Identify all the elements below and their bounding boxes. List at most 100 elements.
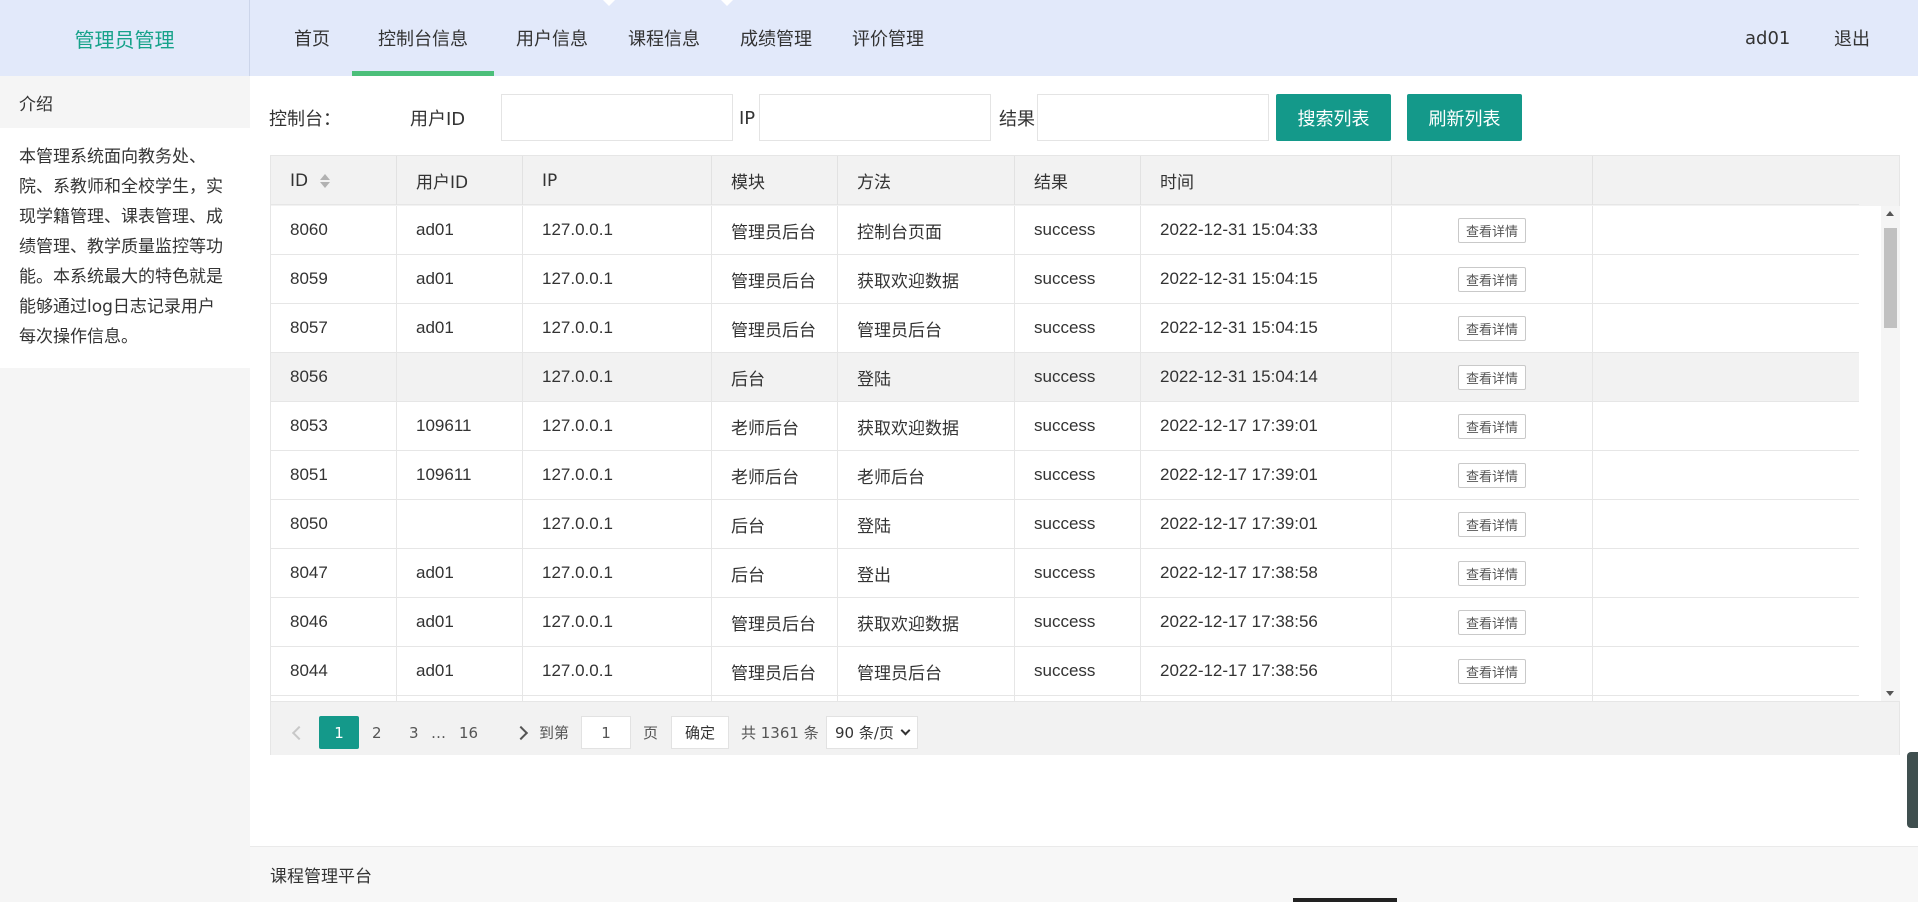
cell-user-id: ad01 xyxy=(397,647,523,695)
cell-id: 8060 xyxy=(271,206,397,254)
cell-result: success xyxy=(1015,500,1141,548)
view-detail-button[interactable]: 查看详情 xyxy=(1457,462,1526,488)
column-header-time: 时间 xyxy=(1141,156,1392,205)
column-header-id[interactable]: ID xyxy=(271,156,397,205)
cell-action: 查看详情 xyxy=(1392,647,1593,695)
column-header-ip: IP xyxy=(523,156,712,205)
goto-confirm-button[interactable]: 确定 xyxy=(671,716,730,749)
sidebar-intro-text: 本管理系统面向教务处、院、系教师和全校学生，实现学籍管理、课表管理、成绩管理、教… xyxy=(0,128,250,368)
console-label: 控制台： xyxy=(269,109,341,130)
sidebar: 介绍 本管理系统面向教务处、院、系教师和全校学生，实现学籍管理、课表管理、成绩管… xyxy=(0,76,250,902)
table-row: 8056 127.0.0.1 后台 登陆 success 2022-12-31 … xyxy=(271,353,1859,402)
view-detail-button[interactable]: 查看详情 xyxy=(1457,266,1526,292)
next-page-button[interactable] xyxy=(511,716,531,749)
footer: 课程管理平台 xyxy=(250,846,1918,902)
goto-page-input[interactable]: 1 xyxy=(581,716,631,749)
cell-time: 2022-12-31 15:04:14 xyxy=(1141,353,1392,401)
cell-method: 控制台页面 xyxy=(838,206,1015,254)
page-1-button[interactable]: 1 xyxy=(319,716,359,749)
column-header-result: 结果 xyxy=(1015,156,1141,205)
user-id-input[interactable] xyxy=(501,94,733,141)
scroll-down-arrow-icon[interactable] xyxy=(1886,691,1894,696)
page-2-button[interactable]: 2 xyxy=(372,716,382,749)
page-last-button[interactable]: 16 xyxy=(459,716,478,749)
cell-ip: 127.0.0.1 xyxy=(523,500,712,548)
table-scrollbar[interactable] xyxy=(1881,206,1900,701)
page-size-select[interactable]: 90 条/页 xyxy=(826,716,918,749)
cell-module: 管理员后台 xyxy=(712,206,838,254)
view-detail-button[interactable]: 查看详情 xyxy=(1457,560,1526,586)
column-header-label: ID xyxy=(290,170,309,191)
view-detail-button[interactable]: 查看详情 xyxy=(1457,217,1526,243)
main-nav: 首页 控制台信息 用户信息 课程信息 成绩管理 评价管理 xyxy=(276,0,946,76)
search-bar: 控制台： 用户ID IP 结果 搜索列表 刷新列表 xyxy=(269,94,1729,142)
table-row: 8046 ad01 127.0.0.1 管理员后台 获取欢迎数据 success… xyxy=(271,598,1859,647)
pagination: 1 2 3 … 16 到第 1 页 确定 共 1361 条 90 条/页 xyxy=(271,701,1899,755)
cell-ip: 127.0.0.1 xyxy=(523,402,712,450)
cell-result: success xyxy=(1015,451,1141,499)
nav-home[interactable]: 首页 xyxy=(276,0,348,76)
refresh-button[interactable]: 刷新列表 xyxy=(1407,94,1522,141)
cell-id: 8046 xyxy=(271,598,397,646)
nav-user-info[interactable]: 用户信息 xyxy=(498,0,606,76)
cell-ip: 127.0.0.1 xyxy=(523,206,712,254)
view-detail-button[interactable]: 查看详情 xyxy=(1457,658,1526,684)
table-row: 8047 ad01 127.0.0.1 后台 登出 success 2022-1… xyxy=(271,549,1859,598)
nav-console-info[interactable]: 控制台信息 xyxy=(352,0,494,76)
cell-ip: 127.0.0.1 xyxy=(523,304,712,352)
page-3-button[interactable]: 3 xyxy=(409,716,419,749)
app-brand[interactable]: 管理员管理 xyxy=(0,0,250,76)
cell-module: 后台 xyxy=(712,353,838,401)
bottom-strip xyxy=(1293,898,1397,902)
scrollbar-thumb[interactable] xyxy=(1884,228,1897,328)
side-widget-tab[interactable] xyxy=(1907,752,1918,828)
ip-input[interactable] xyxy=(759,94,991,141)
top-header: 管理员管理 首页 控制台信息 用户信息 课程信息 成绩管理 评价管理 ad01 … xyxy=(0,0,1918,76)
view-detail-button[interactable]: 查看详情 xyxy=(1457,609,1526,635)
table-row: 8050 127.0.0.1 后台 登陆 success 2022-12-17 … xyxy=(271,500,1859,549)
result-input[interactable] xyxy=(1037,94,1269,141)
cell-user-id xyxy=(397,500,523,548)
main-content: 控制台： 用户ID IP 结果 搜索列表 刷新列表 ID 用户ID IP 模块 … xyxy=(250,76,1918,902)
cell-time: 2022-12-17 17:38:56 xyxy=(1141,598,1392,646)
logout-link[interactable]: 退出 xyxy=(1834,0,1870,76)
nav-evaluation-management[interactable]: 评价管理 xyxy=(834,0,942,76)
cell-time: 2022-12-31 15:04:15 xyxy=(1141,304,1392,352)
page-unit-label: 页 xyxy=(643,724,659,742)
cell-module: 管理员后台 xyxy=(712,598,838,646)
cell-id: 8056 xyxy=(271,353,397,401)
total-count: 共 1361 条 xyxy=(741,724,819,742)
cell-result: success xyxy=(1015,402,1141,450)
cell-time: 2022-12-17 17:39:01 xyxy=(1141,402,1392,450)
cell-module: 老师后台 xyxy=(712,402,838,450)
current-user[interactable]: ad01 xyxy=(1745,0,1790,76)
view-detail-button[interactable]: 查看详情 xyxy=(1457,315,1526,341)
view-detail-button[interactable]: 查看详情 xyxy=(1457,413,1526,439)
column-header-user-id: 用户ID xyxy=(397,156,523,205)
cell-action: 查看详情 xyxy=(1392,500,1593,548)
column-header-module: 模块 xyxy=(712,156,838,205)
cell-method: 获取欢迎数据 xyxy=(838,598,1015,646)
ip-label: IP xyxy=(739,107,756,129)
log-table: ID 用户ID IP 模块 方法 结果 时间 8060 ad01 127.0.0… xyxy=(270,155,1900,755)
scroll-up-arrow-icon[interactable] xyxy=(1886,211,1894,216)
table-row: 8051 109611 127.0.0.1 老师后台 老师后台 success … xyxy=(271,451,1859,500)
cell-result: success xyxy=(1015,549,1141,597)
cell-module: 后台 xyxy=(712,549,838,597)
cell-result: success xyxy=(1015,647,1141,695)
nav-course-info[interactable]: 课程信息 xyxy=(610,0,718,76)
search-button[interactable]: 搜索列表 xyxy=(1276,94,1391,141)
cell-module: 管理员后台 xyxy=(712,304,838,352)
prev-page-button[interactable] xyxy=(289,716,309,749)
cell-ip: 127.0.0.1 xyxy=(523,647,712,695)
cell-id: 8050 xyxy=(271,500,397,548)
table-row: 8059 ad01 127.0.0.1 管理员后台 获取欢迎数据 success… xyxy=(271,255,1859,304)
chevron-left-icon xyxy=(291,725,307,740)
view-detail-button[interactable]: 查看详情 xyxy=(1457,364,1526,390)
column-header-method: 方法 xyxy=(838,156,1015,205)
sort-icon[interactable] xyxy=(320,173,331,188)
nav-grade-management[interactable]: 成绩管理 xyxy=(722,0,830,76)
cell-module: 后台 xyxy=(712,500,838,548)
column-header-action xyxy=(1392,156,1593,205)
view-detail-button[interactable]: 查看详情 xyxy=(1457,511,1526,537)
